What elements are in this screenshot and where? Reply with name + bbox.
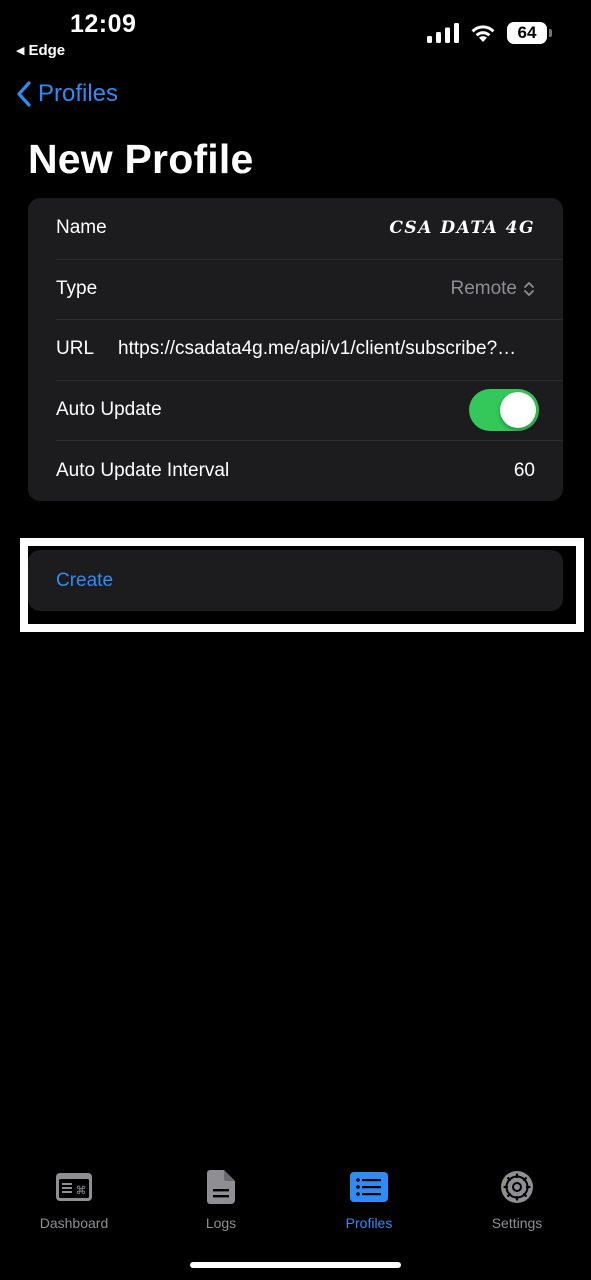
wifi-icon [471,25,495,42]
name-label: Name [56,217,107,239]
url-label: URL [56,338,95,360]
create-button[interactable]: Create [28,550,563,611]
chevron-left-icon [17,81,31,107]
auto-update-row: Auto Update [28,379,563,441]
auto-update-interval-row[interactable]: Auto Update Interval 60 [28,440,563,501]
auto-update-interval-label: Auto Update Interval [56,459,230,481]
profile-form: Name CSA DATA 4G Type Remote URL https:/… [28,198,563,501]
status-indicators: 64 [427,22,552,44]
back-triangle-icon: ◀ [16,45,25,57]
tab-logs[interactable]: Logs [156,1165,286,1231]
type-row[interactable]: Type Remote [28,258,563,320]
tab-settings[interactable]: Settings [452,1165,582,1231]
tab-dashboard[interactable]: ⌘ Dashboard [9,1165,139,1231]
signal-icon [427,23,459,43]
create-label: Create [56,569,114,591]
tab-profiles[interactable]: Profiles [304,1165,434,1231]
document-icon [207,1170,235,1204]
nav-back-label: Profiles [38,80,119,107]
url-row[interactable]: URL https://csadata4g.me/api/v1/client/s… [28,319,563,380]
tab-settings-label: Settings [491,1215,543,1231]
tab-logs-label: Logs [205,1215,237,1231]
tab-bar: ⌘ Dashboard Logs Profiles Settings [0,1165,591,1245]
toggle-knob [500,392,536,429]
type-label: Type [56,277,98,299]
auto-update-interval-field[interactable]: 60 [514,460,535,482]
nav-back-button[interactable]: Profiles [16,80,118,108]
back-app-label: Edge [28,42,66,59]
type-picker[interactable]: Remote [450,278,535,300]
url-field[interactable]: https://csadata4g.me/api/v1/client/subsc… [118,338,535,360]
status-time: 12:09 [70,10,137,38]
chevron-up-down-icon [524,281,534,296]
tab-profiles-label: Profiles [345,1215,393,1231]
dashboard-icon: ⌘ [56,1173,92,1201]
svg-text:⌘: ⌘ [76,1184,87,1197]
battery-level: 64 [517,23,537,42]
type-value: Remote [450,277,517,299]
gear-icon [501,1171,533,1203]
home-indicator[interactable] [190,1262,401,1268]
page-title: New Profile [28,136,254,182]
battery-icon: 64 [507,22,552,44]
tab-dashboard-label: Dashboard [39,1215,109,1231]
auto-update-label: Auto Update [56,399,162,421]
name-row[interactable]: Name CSA DATA 4G [28,198,563,259]
list-icon [350,1172,388,1202]
name-field[interactable]: CSA DATA 4G [389,218,535,238]
auto-update-toggle[interactable] [469,389,539,432]
back-to-app-link[interactable]: ◀ Edge [16,42,65,59]
